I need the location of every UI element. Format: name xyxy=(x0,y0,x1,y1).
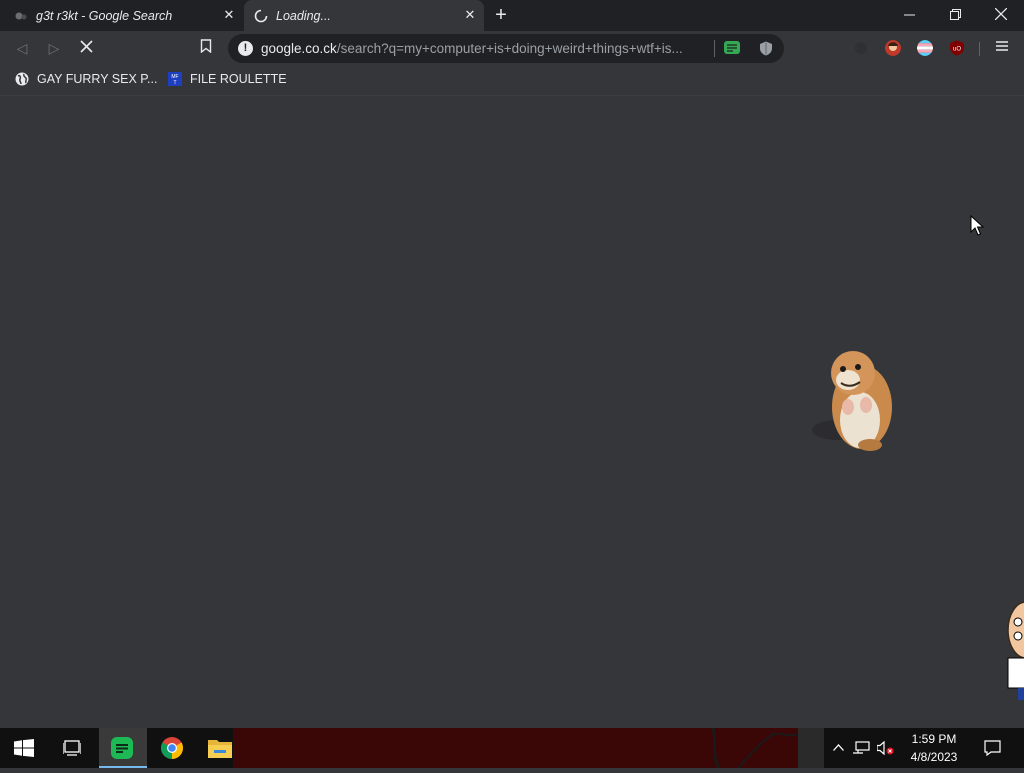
network-icon xyxy=(853,741,870,754)
url-host: google.co.ck xyxy=(261,41,337,56)
minimize-button[interactable] xyxy=(886,0,932,30)
bookmark-label: GAY FURRY SEX P... xyxy=(37,72,158,86)
close-icon xyxy=(994,7,1008,21)
omnibox-divider xyxy=(714,40,715,57)
taskbar-background-image xyxy=(233,727,799,769)
bookmark-item-gay-furry[interactable]: GAY FURRY SEX P... xyxy=(15,72,157,86)
forward-button[interactable]: ▷ xyxy=(44,38,64,58)
stop-loading-button[interactable] xyxy=(76,38,96,58)
start-button[interactable] xyxy=(0,728,48,768)
page-extension-icon[interactable] xyxy=(724,41,740,56)
system-clock[interactable]: 1:59 PM 4/8/2023 xyxy=(900,730,968,766)
menu-button[interactable] xyxy=(992,38,1012,58)
browser-toolbar: ◁ ▷ ! google.co.ck/search?q=my+computer+… xyxy=(0,31,1024,66)
tab-loading[interactable]: Loading... ✕ xyxy=(244,0,484,31)
close-window-button[interactable] xyxy=(978,0,1024,30)
mouse-cursor-icon xyxy=(970,215,985,236)
globe-icon xyxy=(15,72,29,86)
back-button[interactable]: ◁ xyxy=(12,38,32,58)
volume-button[interactable] xyxy=(874,728,896,768)
scribble-art-icon xyxy=(711,727,799,769)
network-button[interactable] xyxy=(850,728,872,768)
address-bar[interactable]: ! google.co.ck/search?q=my+computer+is+d… xyxy=(228,34,784,63)
url-path: /search?q=my+computer+is+doing+weird+thi… xyxy=(336,41,683,56)
tab-title: Loading... xyxy=(276,8,331,23)
tab-favicon-icon xyxy=(15,12,27,19)
shield-icon[interactable] xyxy=(759,41,773,56)
svg-text:T: T xyxy=(173,80,176,86)
page-content-area xyxy=(0,97,1024,728)
task-view-button[interactable] xyxy=(48,728,96,768)
taskbar-spacer xyxy=(798,728,824,768)
volume-muted-icon xyxy=(877,741,894,755)
bookmark-button[interactable] xyxy=(196,38,216,58)
clock-time: 1:59 PM xyxy=(911,732,957,746)
windows-taskbar: 1:59 PM 4/8/2023 xyxy=(0,727,1024,769)
clock-date: 4/8/2023 xyxy=(910,750,958,764)
ublock-icon[interactable]: uO xyxy=(949,40,965,56)
bookmark-item-file-roulette[interactable]: MF T FILE ROULETTE xyxy=(168,72,287,86)
minimize-icon xyxy=(903,14,915,16)
trans-flag-extension-icon[interactable] xyxy=(917,40,933,56)
stop-icon xyxy=(79,40,93,53)
avatar-extension-icon[interactable] xyxy=(885,40,901,56)
notification-icon xyxy=(984,740,1001,756)
windows-start-icon xyxy=(14,739,34,757)
hamburger-menu-icon xyxy=(996,41,1008,51)
url-text[interactable]: google.co.ck/search?q=my+computer+is+doi… xyxy=(261,41,706,56)
new-tab-button[interactable]: + xyxy=(490,4,512,26)
tab-search-results[interactable]: g3t r3kt - Google Search ✕ xyxy=(0,0,243,31)
restore-icon xyxy=(949,9,961,20)
close-tab-icon[interactable]: ✕ xyxy=(221,7,237,23)
close-tab-icon[interactable]: ✕ xyxy=(462,7,478,23)
bookmarks-bar: GAY FURRY SEX P... MF T FILE ROULETTE xyxy=(0,66,1024,96)
browser-titlebar: g3t r3kt - Google Search ✕ Loading... ✕ … xyxy=(0,0,1024,31)
spotify-icon xyxy=(111,737,133,759)
bookmark-label: FILE ROULETTE xyxy=(190,72,287,86)
task-view-icon xyxy=(63,740,81,756)
bookmark-icon xyxy=(200,39,212,54)
svg-text:uO: uO xyxy=(953,47,961,53)
chrome-icon xyxy=(161,737,183,759)
file-explorer-icon xyxy=(208,740,232,758)
cartoon-character-sprite-icon xyxy=(1007,601,1024,700)
restore-button[interactable] xyxy=(932,0,978,30)
mft-icon: MF T xyxy=(168,72,182,86)
show-hidden-icons-button[interactable] xyxy=(828,728,848,768)
action-center-button[interactable] xyxy=(978,728,1008,768)
tab-title: g3t r3kt - Google Search xyxy=(36,8,173,23)
taskbar-chrome[interactable] xyxy=(148,728,196,768)
taskbar-spotify[interactable] xyxy=(99,728,147,768)
loading-spinner-icon xyxy=(254,9,268,22)
toolbar-divider xyxy=(979,42,980,56)
hamster-sprite-icon xyxy=(812,351,892,451)
extension-faded-icon[interactable] xyxy=(855,42,867,54)
site-info-icon[interactable]: ! xyxy=(238,41,253,56)
chevron-up-icon xyxy=(833,744,844,751)
